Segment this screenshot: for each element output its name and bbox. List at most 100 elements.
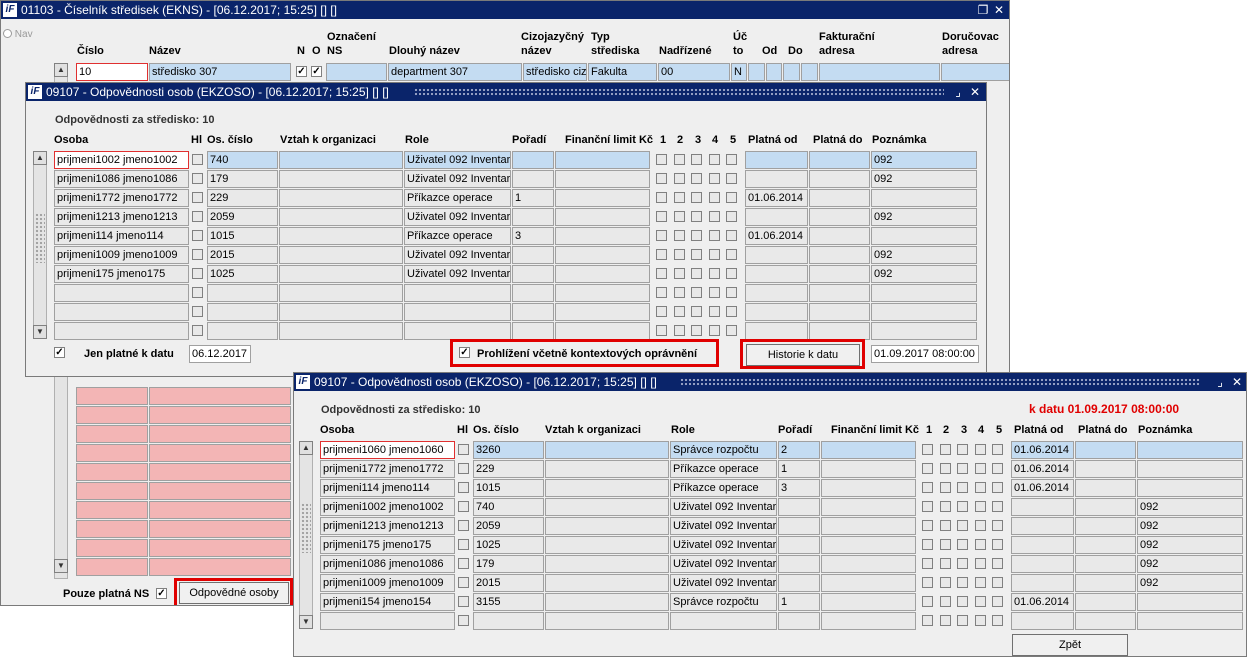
invalid-row-nazev[interactable] <box>149 444 291 462</box>
d2-row-osoba[interactable]: prijmeni1002 jmeno1002 <box>320 498 455 516</box>
dialog1-scroll-up-icon[interactable]: ▲ <box>33 151 47 165</box>
d1-row-limit[interactable] <box>555 227 650 245</box>
d1-row-flag-2-checkbox[interactable] <box>673 154 685 165</box>
d2-row-os-cislo[interactable]: 3155 <box>473 593 544 611</box>
d1-row-poznamka[interactable]: 092 <box>871 265 977 283</box>
d2-row-poradi[interactable] <box>778 555 820 573</box>
d1-row-poradi[interactable] <box>512 208 554 226</box>
d2-row-vztah[interactable] <box>545 536 669 554</box>
main-o-checkbox[interactable]: ✓ <box>311 66 322 77</box>
close-icon[interactable]: ✕ <box>991 1 1007 19</box>
d2-row-osoba[interactable]: prijmeni1009 jmeno1009 <box>320 574 455 592</box>
d1-row-poznamka[interactable] <box>871 189 977 207</box>
d1-row-flag-2-checkbox[interactable] <box>673 192 685 203</box>
d2-row-role[interactable]: Uživatel 092 Inventari <box>670 574 777 592</box>
d2-row-flag-3-checkbox[interactable] <box>957 501 968 512</box>
d1-row-platna-do[interactable] <box>809 170 870 188</box>
d1-row-flag-4-checkbox[interactable] <box>708 325 720 336</box>
main-od2-field[interactable] <box>766 63 782 81</box>
d2-row-flag-4-checkbox[interactable] <box>974 596 986 607</box>
d2-row-poznamka[interactable] <box>1137 612 1243 630</box>
d1-row-flag-5-checkbox[interactable] <box>726 249 737 260</box>
d1-row-flag-2-checkbox[interactable] <box>673 268 685 279</box>
d2-row-flag-3-checkbox[interactable] <box>957 596 968 607</box>
d2-row-platna-od[interactable] <box>1011 536 1074 554</box>
d2-row-limit[interactable] <box>821 441 916 459</box>
d1-row-osoba[interactable]: prijmeni114 jmeno114 <box>54 227 189 245</box>
d1-row-flag-1-checkbox[interactable] <box>656 154 667 165</box>
d1-row-limit[interactable] <box>555 265 650 283</box>
d1-row-flag-3-checkbox[interactable] <box>691 211 702 222</box>
invalid-row-nazev[interactable] <box>149 539 291 557</box>
d1-row-flag-1-checkbox[interactable] <box>656 192 667 203</box>
d2-row-flag-3-checkbox[interactable] <box>957 463 968 474</box>
d1-row-limit[interactable] <box>555 322 650 340</box>
d2-row-flag-3-checkbox[interactable] <box>957 444 968 455</box>
invalid-row-cislo[interactable] <box>76 482 148 500</box>
d1-row-hl-checkbox[interactable] <box>192 306 203 317</box>
d1-row-osoba[interactable]: prijmeni175 jmeno175 <box>54 265 189 283</box>
d1-row-platna-od[interactable]: 01.06.2014 <box>745 227 808 245</box>
d2-row-flag-3-checkbox[interactable] <box>957 539 968 550</box>
d2-row-hl-checkbox[interactable] <box>458 558 469 569</box>
d1-row-hl-checkbox[interactable] <box>192 211 203 222</box>
d2-row-limit[interactable] <box>821 574 916 592</box>
d1-row-hl-checkbox[interactable] <box>192 325 203 336</box>
d2-row-os-cislo[interactable]: 1025 <box>473 536 544 554</box>
d1-row-vztah[interactable] <box>279 322 403 340</box>
d1-row-poznamka[interactable]: 092 <box>871 208 977 226</box>
d2-row-os-cislo[interactable]: 740 <box>473 498 544 516</box>
d2-row-flag-5-checkbox[interactable] <box>992 615 1003 626</box>
d2-row-role[interactable]: Uživatel 092 Inventari <box>670 517 777 535</box>
d1-row-limit[interactable] <box>555 303 650 321</box>
d1-row-flag-1-checkbox[interactable] <box>656 287 667 298</box>
d2-row-poradi[interactable]: 1 <box>778 593 820 611</box>
main-scroll-down-icon[interactable]: ▼ <box>54 559 68 573</box>
d2-row-flag-1-checkbox[interactable] <box>922 444 933 455</box>
d1-row-platna-od[interactable] <box>745 265 808 283</box>
d2-row-hl-checkbox[interactable] <box>458 501 469 512</box>
main-dor-field[interactable] <box>941 63 1009 81</box>
d2-row-flag-1-checkbox[interactable] <box>922 501 933 512</box>
d2-row-limit[interactable] <box>821 536 916 554</box>
d1-row-role[interactable]: Uživatel 092 Inventari <box>404 246 511 264</box>
d1-row-limit[interactable] <box>555 208 650 226</box>
d1-row-platna-od[interactable] <box>745 246 808 264</box>
d2-row-flag-1-checkbox[interactable] <box>922 520 933 531</box>
d1-row-platna-do[interactable] <box>809 322 870 340</box>
d2-row-flag-4-checkbox[interactable] <box>974 482 986 493</box>
d2-row-platna-do[interactable] <box>1075 498 1136 516</box>
d1-row-poznamka[interactable]: 092 <box>871 170 977 188</box>
d1-row-role[interactable]: Příkazce operace <box>404 227 511 245</box>
d1-row-platna-od[interactable] <box>745 170 808 188</box>
d1-row-flag-2-checkbox[interactable] <box>673 325 685 336</box>
d1-row-poradi[interactable] <box>512 303 554 321</box>
d1-row-limit[interactable] <box>555 170 650 188</box>
d2-row-poradi[interactable] <box>778 574 820 592</box>
d1-row-platna-do[interactable] <box>809 303 870 321</box>
d1-row-role[interactable]: Příkazce operace <box>404 189 511 207</box>
d2-row-flag-1-checkbox[interactable] <box>922 577 933 588</box>
d2-row-flag-4-checkbox[interactable] <box>974 463 986 474</box>
main-nazev-field[interactable]: středisko 307 <box>149 63 291 81</box>
nav-radio[interactable]: Nav <box>3 29 33 40</box>
d1-row-hl-checkbox[interactable] <box>192 287 203 298</box>
d1-row-hl-checkbox[interactable] <box>192 154 203 165</box>
d2-row-flag-2-checkbox[interactable] <box>939 463 951 474</box>
d2-row-flag-5-checkbox[interactable] <box>992 596 1003 607</box>
d1-row-poradi[interactable] <box>512 246 554 264</box>
d1-row-flag-1-checkbox[interactable] <box>656 325 667 336</box>
d2-row-platna-od[interactable] <box>1011 555 1074 573</box>
d2-row-flag-1-checkbox[interactable] <box>922 482 933 493</box>
d1-row-flag-3-checkbox[interactable] <box>691 154 702 165</box>
main-cislo-field[interactable]: 10 <box>76 63 148 81</box>
d1-row-flag-2-checkbox[interactable] <box>673 173 685 184</box>
d1-row-osoba[interactable] <box>54 303 189 321</box>
d1-row-flag-1-checkbox[interactable] <box>656 306 667 317</box>
d2-row-flag-5-checkbox[interactable] <box>992 577 1003 588</box>
d1-row-platna-do[interactable] <box>809 265 870 283</box>
d2-row-vztah[interactable] <box>545 479 669 497</box>
d1-row-hl-checkbox[interactable] <box>192 249 203 260</box>
d2-row-flag-2-checkbox[interactable] <box>939 558 951 569</box>
d2-row-platna-od[interactable]: 01.06.2014 <box>1011 460 1074 478</box>
